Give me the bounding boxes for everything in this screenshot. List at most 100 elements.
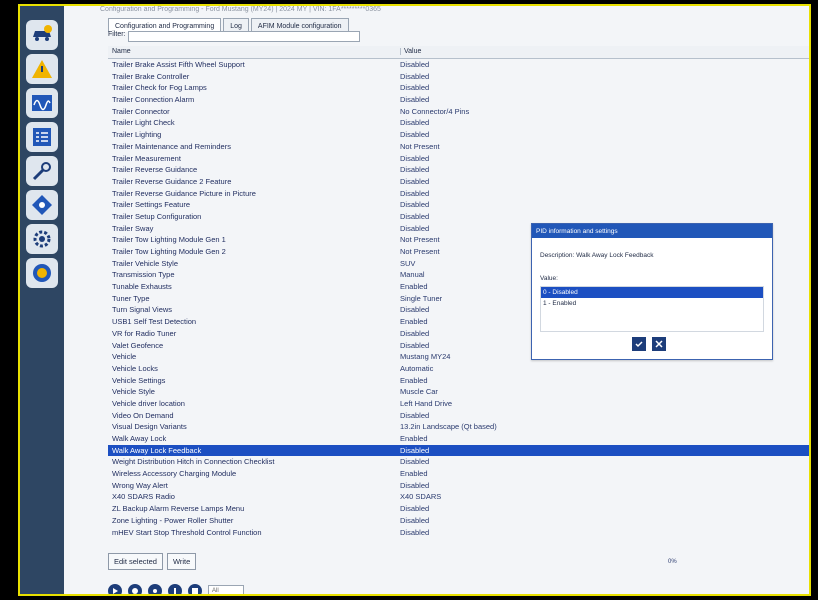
row-name: X40 SDARS Radio: [112, 492, 175, 502]
row-value: Disabled: [400, 480, 430, 490]
gear-icon[interactable]: [26, 224, 58, 254]
row-value: Disabled: [400, 95, 430, 105]
cancel-x-icon[interactable]: [652, 337, 666, 351]
table-row[interactable]: Trailer Setup Configuration Disabled: [108, 211, 809, 223]
wrench-icon[interactable]: [26, 156, 58, 186]
table-row[interactable]: Vehicle Settings Enabled: [108, 375, 809, 387]
row-name: Trailer Tow Lighting Module Gen 1: [112, 235, 226, 245]
row-name: Tuner Type: [112, 293, 150, 303]
table-row[interactable]: Trailer Settings Feature Disabled: [108, 199, 809, 211]
value-option-list: 0 - Disabled 1 - Enabled: [540, 286, 764, 332]
tab-log[interactable]: Log: [223, 18, 249, 32]
row-name: Trailer Light Check: [112, 118, 175, 128]
row-value: Not Present: [400, 141, 440, 151]
row-value: Disabled: [400, 176, 430, 186]
table-row[interactable]: Walk Away Lock Enabled: [108, 433, 809, 445]
filter-input[interactable]: [128, 31, 360, 42]
tab-configuration-and-programming[interactable]: Configuration and Programming: [108, 18, 222, 32]
table-row[interactable]: Trailer Maintenance and Reminders Not Pre…: [108, 141, 809, 153]
table-row[interactable]: Trailer Brake Controller Disabled: [108, 71, 809, 83]
table-row[interactable]: Walk Away Lock Feedback Disabled: [108, 444, 809, 457]
name-column-header[interactable]: Name: [112, 48, 131, 55]
tab-afim-module-configuration[interactable]: AFIM Module configuration: [250, 18, 349, 32]
option-enabled[interactable]: 1 - Enabled: [541, 298, 763, 309]
info-icon[interactable]: [168, 584, 182, 594]
row-value: Disabled: [400, 165, 430, 175]
table-row[interactable]: X40 SDARS Radio X40 SDARS: [108, 491, 809, 503]
table-row[interactable]: Trailer Lighting Disabled: [108, 129, 809, 141]
row-name: Trailer Sway: [112, 223, 154, 233]
value-column-header[interactable]: Value: [400, 48, 421, 55]
row-value: Disabled: [400, 223, 430, 233]
table-row[interactable]: mHEV Start Stop Threshold Control Functi…: [108, 527, 809, 539]
row-value: Disabled: [400, 515, 430, 525]
pid-settings-dialog: PID information and settings Description…: [531, 223, 773, 360]
checklist-icon[interactable]: [26, 122, 58, 152]
progress-bar: 0%: [108, 559, 809, 569]
row-name: Trailer Tow Lighting Module Gen 2: [112, 247, 226, 256]
option-disabled[interactable]: 0 - Disabled: [541, 287, 763, 298]
table-row[interactable]: Trailer Measurement Disabled: [108, 153, 809, 165]
oscilloscope-icon[interactable]: [26, 88, 58, 118]
row-name: Trailer Connection Alarm: [112, 95, 195, 105]
row-value: Not Present: [400, 235, 440, 245]
row-name: Trailer Check for Fog Lamps: [112, 83, 207, 93]
dialog-value-label: Value:: [540, 275, 558, 282]
table-row[interactable]: Zone Lighting - Power Roller Shutter Disa…: [108, 515, 809, 527]
table-row[interactable]: Vehicle driver location Left Hand Drive: [108, 398, 809, 410]
save-icon[interactable]: [188, 584, 202, 594]
row-name: USB1 Self Test Detection: [112, 317, 197, 327]
table-row[interactable]: ZL Backup Alarm Reverse Lamps Menu Disabl…: [108, 503, 809, 515]
warning-dtc-icon[interactable]: [26, 54, 58, 84]
table-row[interactable]: Weight Distribution Hitch in Connection …: [108, 456, 809, 468]
row-value: SUV: [400, 258, 416, 268]
table-row[interactable]: Trailer Reverse Guidance 2 Feature Disabl…: [108, 176, 809, 188]
filter-select[interactable]: All: [208, 585, 244, 594]
row-value: Left Hand Drive: [400, 398, 453, 408]
grid-header: Name Value: [108, 46, 809, 59]
steering-wheel-icon[interactable]: [26, 258, 58, 288]
service-function-icon[interactable]: [26, 190, 58, 220]
row-name: Trailer Reverse Guidance Picture in Pict…: [112, 188, 256, 198]
row-value: Disabled: [400, 153, 430, 163]
table-row[interactable]: Trailer Reverse Guidance Disabled: [108, 164, 809, 176]
row-value: Disabled: [400, 410, 430, 420]
table-row[interactable]: Wrong Way Alert Disabled: [108, 480, 809, 492]
row-name: Trailer Reverse Guidance 2 Feature: [112, 176, 232, 186]
record-icon[interactable]: [128, 584, 142, 594]
row-value: Disabled: [400, 60, 430, 69]
table-row[interactable]: Trailer Connection Alarm Disabled: [108, 94, 809, 106]
table-row[interactable]: Vehicle Style Muscle Car: [108, 386, 809, 398]
dialog-description: Description: Walk Away Lock Feedback: [540, 252, 654, 259]
filter-label: Filter:: [108, 31, 126, 38]
network-icon[interactable]: [148, 584, 162, 594]
dialog-buttons: [632, 337, 666, 351]
table-row[interactable]: Trailer Light Check Disabled: [108, 117, 809, 129]
row-value: Single Tuner: [400, 293, 443, 303]
table-row[interactable]: Wireless Accessory Charging Module Enable…: [108, 468, 809, 480]
table-row[interactable]: Trailer Connector No Connector/4 Pins: [108, 106, 809, 118]
row-value: Not Present: [400, 247, 440, 256]
row-name: Walk Away Lock Feedback: [112, 445, 202, 455]
row-name: Walk Away Lock: [112, 434, 167, 443]
table-row[interactable]: Vehicle Locks Automatic: [108, 363, 809, 375]
row-value: Disabled: [400, 445, 430, 455]
row-name: Vehicle driver location: [112, 398, 185, 408]
table-row[interactable]: Video On Demand Disabled: [108, 410, 809, 422]
car-info-icon[interactable]: [26, 20, 58, 50]
row-value: Enabled: [400, 434, 428, 443]
row-name: Vehicle: [112, 352, 137, 362]
row-value: Mustang MY24: [400, 352, 451, 362]
confirm-check-icon[interactable]: [632, 337, 646, 351]
play-icon[interactable]: [108, 584, 122, 594]
table-row[interactable]: Trailer Reverse Guidance Picture in Pict…: [108, 188, 809, 200]
table-row[interactable]: Visual Design Variants 13.2in Landscape (…: [108, 421, 809, 433]
row-value: Muscle Car: [400, 387, 438, 397]
row-value: Disabled: [400, 71, 430, 81]
row-name: Transmission Type: [112, 270, 175, 280]
row-name: Video On Demand: [112, 410, 174, 420]
sidebar: [20, 6, 64, 594]
table-row[interactable]: Trailer Brake Assist Fifth Wheel Support…: [108, 59, 809, 71]
table-row[interactable]: Trailer Check for Fog Lamps Disabled: [108, 82, 809, 94]
row-name: Turn Signal Views: [112, 305, 173, 315]
